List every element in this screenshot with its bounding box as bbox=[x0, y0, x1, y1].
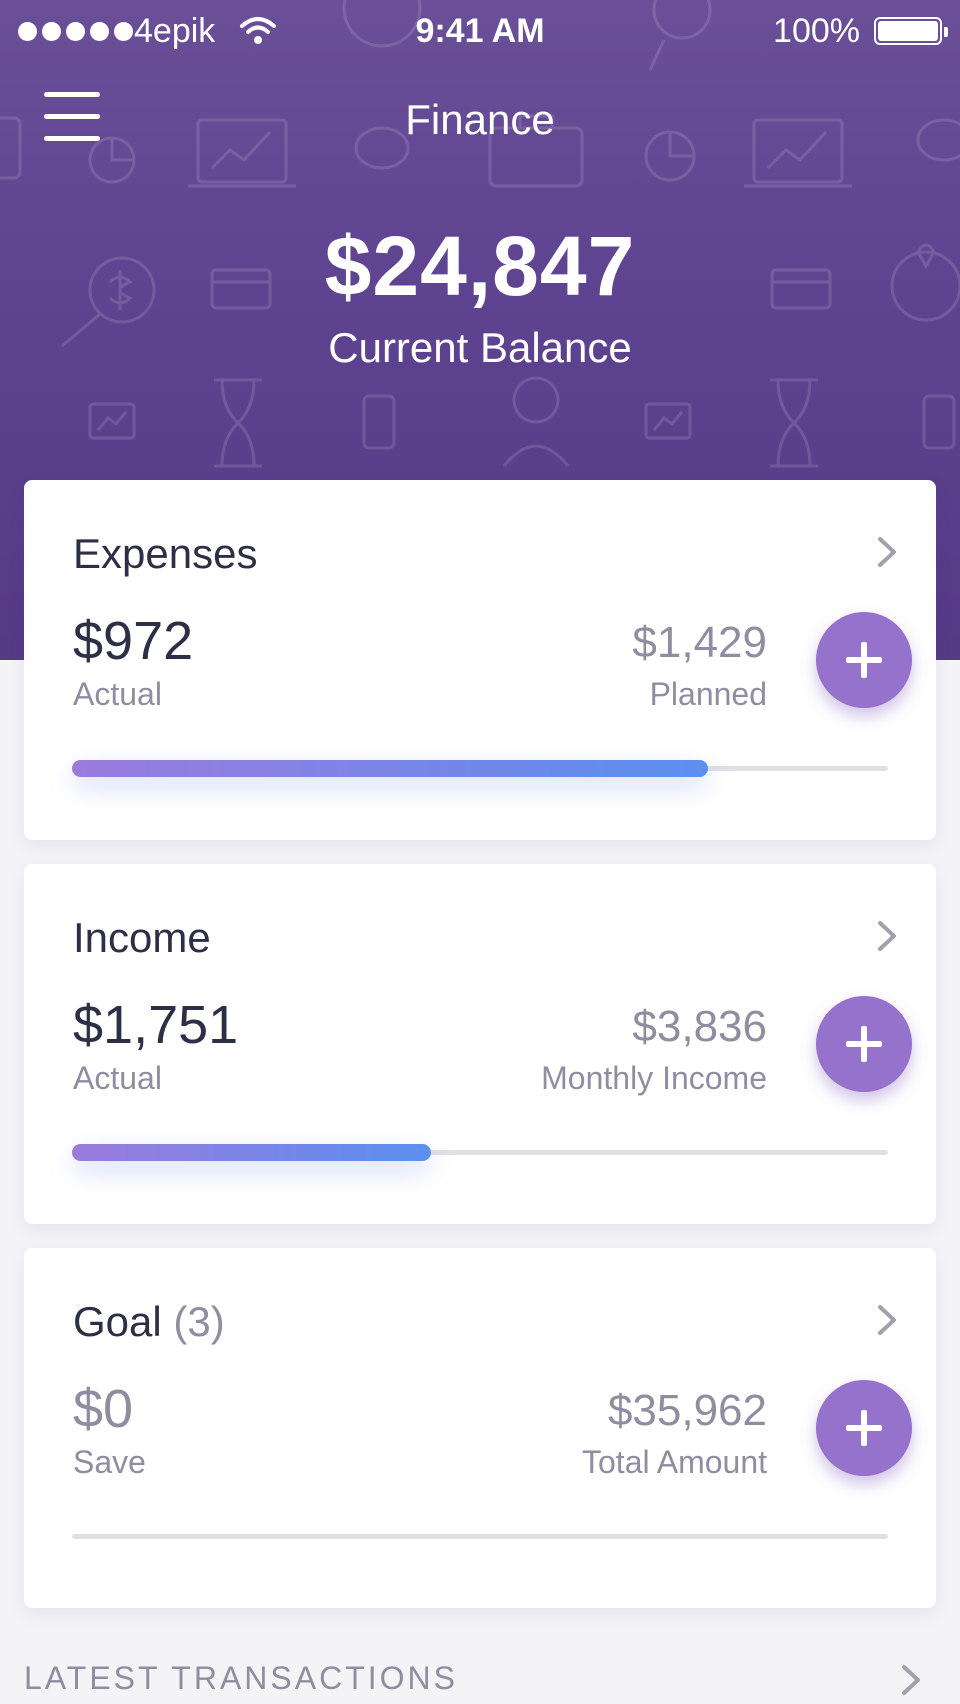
card-title: Goal (3) bbox=[73, 1298, 225, 1345]
planned-label: Planned bbox=[649, 676, 767, 712]
progress-fill bbox=[72, 1144, 432, 1161]
goal-card[interactable]: Goal (3) $0 Save $35,962 Total Amount bbox=[24, 1248, 936, 1608]
battery-icon bbox=[874, 17, 948, 45]
card-title: Expenses bbox=[73, 530, 258, 577]
chevron-right-icon[interactable] bbox=[898, 1664, 926, 1696]
current-balance-amount: $24,847 bbox=[324, 219, 636, 313]
monthly-income-amount: $3,836 bbox=[632, 1002, 767, 1051]
save-label: Save bbox=[73, 1444, 146, 1480]
actual-label: Actual bbox=[73, 1060, 162, 1096]
progress-track bbox=[72, 1534, 888, 1539]
add-goal-button[interactable] bbox=[816, 1380, 912, 1476]
progress-track bbox=[72, 760, 888, 777]
total-amount: $35,962 bbox=[607, 1386, 767, 1435]
chevron-right-icon[interactable] bbox=[874, 536, 902, 568]
actual-amount: $972 bbox=[73, 611, 194, 671]
add-income-button[interactable] bbox=[816, 996, 912, 1092]
monthly-income-label: Monthly Income bbox=[541, 1060, 767, 1096]
saved-amount: $0 bbox=[73, 1379, 134, 1439]
chevron-right-icon[interactable] bbox=[874, 1304, 902, 1336]
card-title: Income bbox=[73, 914, 211, 961]
actual-amount: $1,751 bbox=[73, 995, 239, 1055]
expenses-card[interactable]: Expenses $972 Actual $1,429 Planned bbox=[24, 480, 936, 840]
planned-amount: $1,429 bbox=[632, 618, 767, 667]
total-amount-label: Total Amount bbox=[582, 1444, 767, 1480]
current-balance-label: Current Balance bbox=[328, 324, 632, 371]
latest-transactions-header[interactable]: LATEST TRANSACTIONS bbox=[24, 1660, 458, 1697]
battery-percentage: 100% bbox=[773, 12, 860, 50]
status-bar: 4epik 9:41 AM 100% bbox=[0, 0, 960, 62]
add-expense-button[interactable] bbox=[816, 612, 912, 708]
page-title: Finance bbox=[405, 96, 555, 143]
goal-count: (3) bbox=[173, 1298, 225, 1345]
income-card[interactable]: Income $1,751 Actual $3,836 Monthly Inco… bbox=[24, 864, 936, 1224]
chevron-right-icon[interactable] bbox=[874, 920, 902, 952]
actual-label: Actual bbox=[73, 676, 162, 712]
progress-fill bbox=[72, 760, 709, 777]
progress-track bbox=[72, 1144, 888, 1161]
